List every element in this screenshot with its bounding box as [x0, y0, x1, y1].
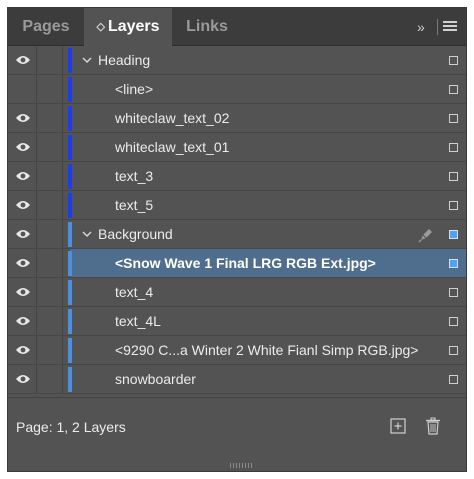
layer-item-row[interactable]: text_3 — [8, 162, 466, 191]
selection-square[interactable] — [449, 375, 458, 384]
selection-square[interactable] — [449, 56, 458, 65]
layer-color-bar — [68, 338, 72, 363]
eye-icon[interactable] — [15, 54, 31, 66]
eye-icon[interactable] — [15, 315, 31, 327]
layer-color-bar — [68, 164, 72, 189]
eye-icon[interactable] — [15, 344, 31, 356]
layer-color-bar — [68, 367, 72, 392]
eye-icon[interactable] — [15, 257, 31, 269]
eye-icon[interactable] — [15, 373, 31, 385]
eye-icon[interactable] — [15, 170, 31, 182]
layer-item-name: snowboarder — [115, 371, 196, 387]
resize-grip[interactable] — [230, 463, 254, 468]
layer-color-bar — [68, 193, 72, 218]
layer-color-bar — [68, 251, 72, 276]
layer-item-name: text_4L — [115, 313, 161, 329]
selection-square[interactable] — [449, 114, 458, 123]
layer-row-heading[interactable]: Heading — [8, 46, 466, 75]
selection-square[interactable] — [449, 346, 458, 355]
selection-square[interactable] — [449, 259, 458, 268]
new-layer-icon[interactable] — [390, 418, 406, 434]
layer-item-row[interactable]: whiteclaw_text_01 — [8, 133, 466, 162]
status-text: Page: 1, 2 Layers — [16, 419, 126, 435]
tab-pages[interactable]: Pages — [8, 8, 84, 46]
layer-list: Heading <line> whiteclaw_text_02 whitecl… — [8, 46, 466, 399]
layer-color-bar — [68, 77, 72, 102]
layer-item-row-selected[interactable]: <Snow Wave 1 Final LRG RGB Ext.jpg> — [8, 249, 466, 278]
pen-icon — [418, 229, 432, 243]
tab-divider — [437, 19, 438, 35]
selection-square[interactable] — [449, 230, 458, 239]
eye-icon[interactable] — [15, 112, 31, 124]
tab-layers-label: Layers — [107, 18, 160, 35]
selection-square[interactable] — [449, 85, 458, 94]
layer-color-bar — [68, 48, 72, 73]
panel-footer: Page: 1, 2 Layers — [8, 397, 466, 471]
updown-icon: ◇ — [96, 21, 105, 33]
layer-name: Heading — [98, 52, 151, 68]
chevron-down-icon[interactable] — [82, 55, 92, 65]
layer-item-row[interactable]: whiteclaw_text_02 — [8, 104, 466, 133]
tab-links[interactable]: Links — [172, 8, 242, 46]
layer-color-bar — [68, 280, 72, 305]
tab-links-label: Links — [186, 18, 228, 35]
layer-item-name: text_3 — [115, 168, 154, 184]
collapse-panel-icon[interactable]: » — [417, 18, 433, 36]
selection-square[interactable] — [449, 143, 458, 152]
layer-color-bar — [68, 222, 72, 247]
layer-item-name: <line> — [115, 81, 154, 97]
panel-tab-bar: Pages ◇ Layers Links » — [8, 8, 466, 47]
tab-pages-label: Pages — [22, 18, 70, 35]
eye-icon[interactable] — [15, 199, 31, 211]
layer-item-row[interactable]: <9290 C...a Winter 2 White Fianl Simp RG… — [8, 336, 466, 365]
trash-icon[interactable] — [425, 417, 441, 435]
selection-square[interactable] — [449, 317, 458, 326]
chevron-down-icon[interactable] — [82, 229, 92, 239]
layer-item-name: text_5 — [115, 197, 154, 213]
layer-item-name: whiteclaw_text_02 — [115, 110, 230, 126]
layer-item-row[interactable]: text_5 — [8, 191, 466, 220]
layer-item-row[interactable]: snowboarder — [8, 365, 466, 394]
layer-item-name: text_4 — [115, 284, 154, 300]
eye-icon[interactable] — [15, 228, 31, 240]
layers-panel: Pages ◇ Layers Links » Heading <line> wh… — [7, 7, 467, 472]
layer-item-name: whiteclaw_text_01 — [115, 139, 230, 155]
layer-row-background[interactable]: Background — [8, 220, 466, 249]
layer-color-bar — [68, 309, 72, 334]
layer-color-bar — [68, 106, 72, 131]
eye-icon[interactable] — [15, 286, 31, 298]
layer-item-row[interactable]: <line> — [8, 75, 466, 104]
layer-name: Background — [98, 226, 173, 242]
layer-item-name: <Snow Wave 1 Final LRG RGB Ext.jpg> — [115, 255, 376, 271]
layer-item-name: <9290 C...a Winter 2 White Fianl Simp RG… — [115, 342, 419, 358]
layer-item-row[interactable]: text_4 — [8, 278, 466, 307]
selection-square[interactable] — [449, 288, 458, 297]
tab-layers[interactable]: ◇ Layers — [84, 8, 172, 47]
eye-icon[interactable] — [15, 141, 31, 153]
layer-color-bar — [68, 135, 72, 160]
selection-square[interactable] — [449, 201, 458, 210]
panel-menu-icon[interactable] — [443, 21, 457, 33]
selection-square[interactable] — [449, 172, 458, 181]
layer-item-row[interactable]: text_4L — [8, 307, 466, 336]
